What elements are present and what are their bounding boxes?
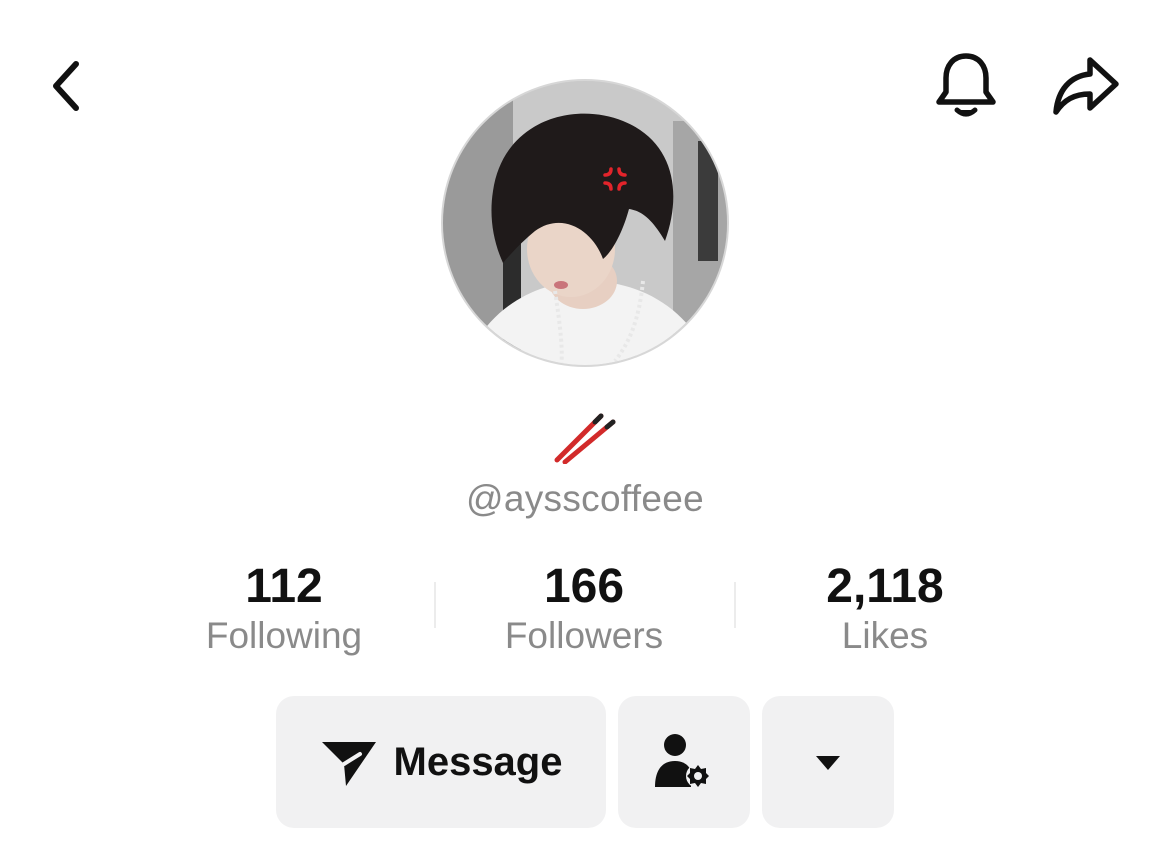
share-button[interactable] bbox=[1046, 48, 1126, 124]
likes-count: 2,118 bbox=[826, 560, 944, 613]
followers-count: 166 bbox=[543, 560, 625, 613]
share-arrow-icon bbox=[1053, 57, 1119, 115]
send-icon bbox=[321, 742, 376, 786]
stat-divider bbox=[734, 582, 736, 628]
back-button[interactable] bbox=[30, 50, 102, 122]
avatar[interactable] bbox=[441, 79, 729, 367]
stat-following[interactable]: 112 Following bbox=[154, 558, 414, 658]
following-count: 112 bbox=[245, 560, 323, 613]
caret-down-icon bbox=[816, 756, 840, 770]
followers-label: Followers bbox=[504, 615, 664, 656]
likes-label: Likes bbox=[841, 615, 929, 656]
stat-followers[interactable]: 166 Followers bbox=[454, 558, 714, 658]
profile-photo bbox=[443, 81, 727, 365]
chevron-left-icon bbox=[53, 61, 79, 111]
notifications-button[interactable] bbox=[928, 48, 1004, 124]
bell-icon bbox=[936, 53, 996, 117]
message-label: Message bbox=[393, 739, 563, 784]
message-button[interactable]: Message bbox=[276, 696, 606, 828]
stat-likes[interactable]: 2,118 Likes bbox=[755, 558, 1015, 658]
following-label: Following bbox=[205, 615, 363, 656]
more-options-button[interactable] bbox=[762, 696, 894, 828]
stat-divider bbox=[434, 582, 436, 628]
friend-settings-button[interactable] bbox=[618, 696, 750, 828]
chopsticks-emoji bbox=[545, 408, 625, 464]
username-handle: @aysscoffeee bbox=[466, 478, 704, 519]
user-gear-icon bbox=[655, 734, 710, 788]
